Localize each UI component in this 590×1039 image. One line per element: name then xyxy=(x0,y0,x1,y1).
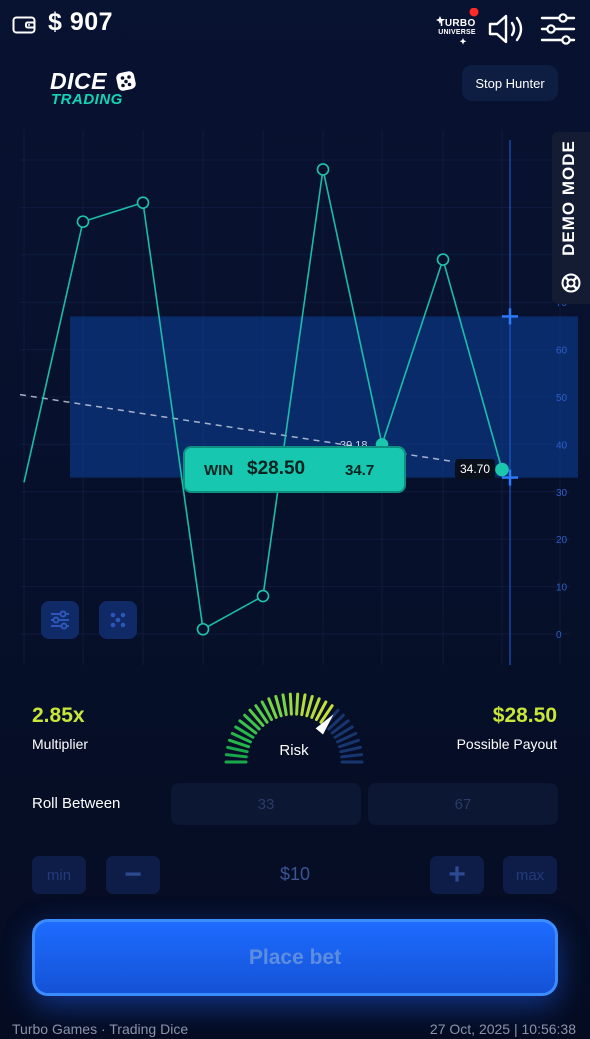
data-point xyxy=(136,196,150,209)
bet-increase-button[interactable]: + xyxy=(430,856,484,894)
multiplier-value: 2.85x xyxy=(32,704,85,727)
chart-dice-button[interactable] xyxy=(99,601,137,639)
lifebuoy-icon xyxy=(561,273,581,293)
chart-settings-button[interactable] xyxy=(41,601,79,639)
dice-trading-logo: DICE TRADING xyxy=(50,68,140,110)
data-point xyxy=(256,589,270,603)
y-tick-label: 50 xyxy=(556,393,568,404)
y-tick-label: 30 xyxy=(556,488,568,499)
footer-provider: Turbo Games · Trading Dice xyxy=(12,1021,189,1037)
dice-trading-app: $ 907 TURBO UNIVERSE DICE TRADING Stop H… xyxy=(0,0,590,1039)
win-roll-value: 34.7 xyxy=(345,462,375,479)
bet-decrease-button[interactable]: − xyxy=(106,856,160,894)
gauge-tick xyxy=(339,745,362,754)
last-value-tag: 34.70 xyxy=(455,459,495,479)
turbo-logo-line2: UNIVERSE xyxy=(438,29,476,36)
dice-dots-icon xyxy=(110,612,126,628)
payout-label: Possible Payout xyxy=(456,736,557,752)
demo-mode-tab[interactable]: DEMO MODE xyxy=(552,132,590,304)
y-tick-label: 20 xyxy=(556,535,568,546)
speaker-icon[interactable] xyxy=(487,12,527,46)
footer-timestamp: 27 Oct, 2025 | 10:56:38 xyxy=(429,1021,576,1037)
trading-chart: 010203040506070809010039.18 xyxy=(19,130,578,665)
place-bet-button[interactable]: Place bet xyxy=(32,919,558,996)
stop-hunter-button[interactable]: Stop Hunter xyxy=(462,65,558,101)
gauge-tick xyxy=(295,692,300,716)
logo-word-trading: TRADING xyxy=(51,91,123,108)
roll-min-input[interactable]: 33 xyxy=(171,783,361,825)
gauge-tick xyxy=(224,753,248,759)
roll-between-label: Roll Between xyxy=(32,795,121,812)
demo-mode-label: DEMO MODE xyxy=(559,140,578,256)
y-tick-label: 0 xyxy=(556,630,562,641)
data-point xyxy=(316,163,330,176)
win-label: WIN xyxy=(204,462,234,479)
y-tick-label: 10 xyxy=(556,583,568,594)
turbo-logo-line1: TURBO xyxy=(438,18,476,29)
bet-max-button[interactable]: max xyxy=(503,856,557,894)
gauge-tick xyxy=(305,694,314,718)
last-data-point xyxy=(495,462,509,477)
gauge-tick xyxy=(288,692,293,716)
gauge-tick xyxy=(340,753,364,759)
data-point xyxy=(436,253,450,266)
wallet-icon[interactable] xyxy=(12,15,36,35)
multiplier-label: Multiplier xyxy=(32,736,89,752)
gauge-tick xyxy=(226,745,249,754)
risk-label: Risk xyxy=(279,742,309,759)
data-point xyxy=(76,215,90,228)
y-tick-label: 40 xyxy=(556,440,568,451)
win-badge: WIN $28.50 34.7 xyxy=(183,446,406,493)
y-tick-label: 60 xyxy=(556,346,568,357)
gauge-tick xyxy=(274,694,283,718)
turbo-universe-logo: TURBO UNIVERSE xyxy=(434,8,480,46)
win-amount: $28.50 xyxy=(247,458,306,479)
roll-max-input[interactable]: 67 xyxy=(368,783,558,825)
dice-icon xyxy=(116,71,136,91)
balance-display: $ 907 xyxy=(48,8,114,36)
data-point xyxy=(196,622,210,636)
payout-value: $28.50 xyxy=(492,704,557,727)
settings-sliders-icon[interactable] xyxy=(540,12,576,46)
sliders-icon xyxy=(51,610,69,630)
bet-min-button[interactable]: min xyxy=(32,856,86,894)
gauge-tick xyxy=(281,693,288,717)
bet-amount-display[interactable]: $10 xyxy=(250,864,340,885)
gauge-tick xyxy=(300,693,307,717)
